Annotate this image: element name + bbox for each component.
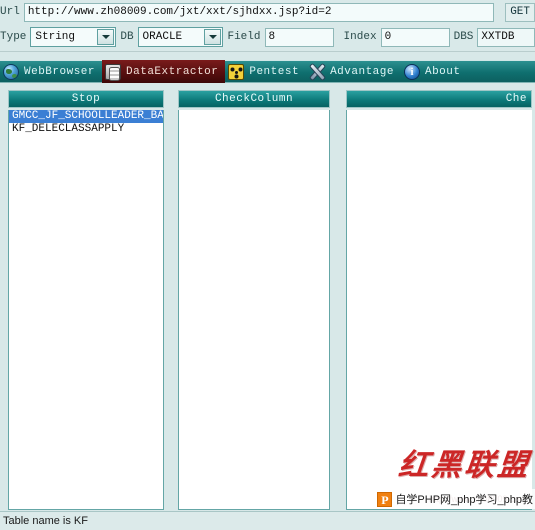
status-message: Table name is KF: [3, 515, 88, 527]
type-select-value: String: [35, 31, 76, 43]
tab-webbrowser-label: WebBrowser: [24, 65, 96, 78]
db-label: DB: [120, 31, 134, 43]
stop-button[interactable]: Stop: [8, 90, 164, 108]
list-item[interactable]: GMCC_JF_SCHOOLLEADER_BAK: [9, 110, 163, 123]
index-input[interactable]: 0: [380, 27, 450, 47]
tab-pentest-label: Pentest: [249, 65, 300, 78]
tab-dataextractor-label: DataExtractor: [126, 65, 219, 78]
chevron-down-icon[interactable]: [97, 29, 115, 45]
stop-button-label: Stop: [71, 93, 101, 105]
panel-stop: Stop GMCC_JF_SCHOOLLEADER_BAK KF_DELECLA…: [8, 90, 164, 510]
chevron-down-icon[interactable]: [204, 29, 222, 45]
globe-icon: [3, 63, 19, 80]
field-input[interactable]: 8: [264, 27, 334, 47]
tab-about-label: About: [424, 65, 461, 78]
type-label: Type: [0, 31, 27, 43]
options-row: Type String DB ORACLE Field 8 Index 0 DB…: [0, 26, 535, 48]
tab-about[interactable]: i About: [401, 60, 468, 83]
tab-webbrowser[interactable]: WebBrowser: [0, 60, 102, 83]
checkdata-button-label: Che: [505, 93, 527, 105]
tools-icon: [309, 63, 325, 80]
get-button[interactable]: GET: [505, 2, 535, 22]
table-list[interactable]: GMCC_JF_SCHOOLLEADER_BAK KF_DELECLASSAPP…: [8, 110, 164, 510]
url-label: Url: [0, 6, 20, 18]
panels-container: Stop GMCC_JF_SCHOOLLEADER_BAK KF_DELECLA…: [0, 86, 535, 510]
db-select-value: ORACLE: [142, 31, 183, 43]
database-icon: [105, 63, 122, 81]
field-label: Field: [227, 31, 261, 43]
application-window: Url http://www.zh08009.com/jxt/xxt/sjhdx…: [0, 0, 535, 530]
url-input[interactable]: http://www.zh08009.com/jxt/xxt/sjhdxx.js…: [23, 2, 494, 22]
module-tab-bar: WebBrowser DataExtractor Pentest Advanta…: [0, 60, 535, 83]
dbs-input[interactable]: XXTDB: [477, 27, 535, 47]
panel-checkdata: Che: [346, 90, 532, 510]
tab-pentest[interactable]: Pentest: [225, 60, 306, 83]
checkcolumn-button-label: CheckColumn: [214, 93, 294, 105]
column-list[interactable]: [178, 110, 330, 510]
db-select[interactable]: ORACLE: [137, 27, 224, 47]
type-select[interactable]: String: [30, 27, 117, 47]
dbs-label: DBS: [453, 31, 474, 43]
tab-dataextractor[interactable]: DataExtractor: [102, 60, 226, 83]
tab-advantage-label: Advantage: [330, 65, 394, 78]
panel-checkcolumn: CheckColumn: [178, 90, 330, 510]
list-item[interactable]: KF_DELECLASSAPPLY: [9, 123, 163, 136]
index-label: Index: [343, 31, 377, 43]
info-icon: i: [403, 63, 420, 80]
url-row: Url http://www.zh08009.com/jxt/xxt/sjhdx…: [0, 1, 535, 23]
query-form-area: Url http://www.zh08009.com/jxt/xxt/sjhdx…: [0, 0, 535, 52]
data-list[interactable]: [346, 110, 532, 510]
radiation-icon: [228, 63, 245, 80]
checkdata-button[interactable]: Che: [346, 90, 532, 108]
tab-advantage[interactable]: Advantage: [306, 60, 401, 83]
status-bar: Table name is KF: [0, 511, 535, 530]
checkcolumn-button[interactable]: CheckColumn: [178, 90, 330, 108]
